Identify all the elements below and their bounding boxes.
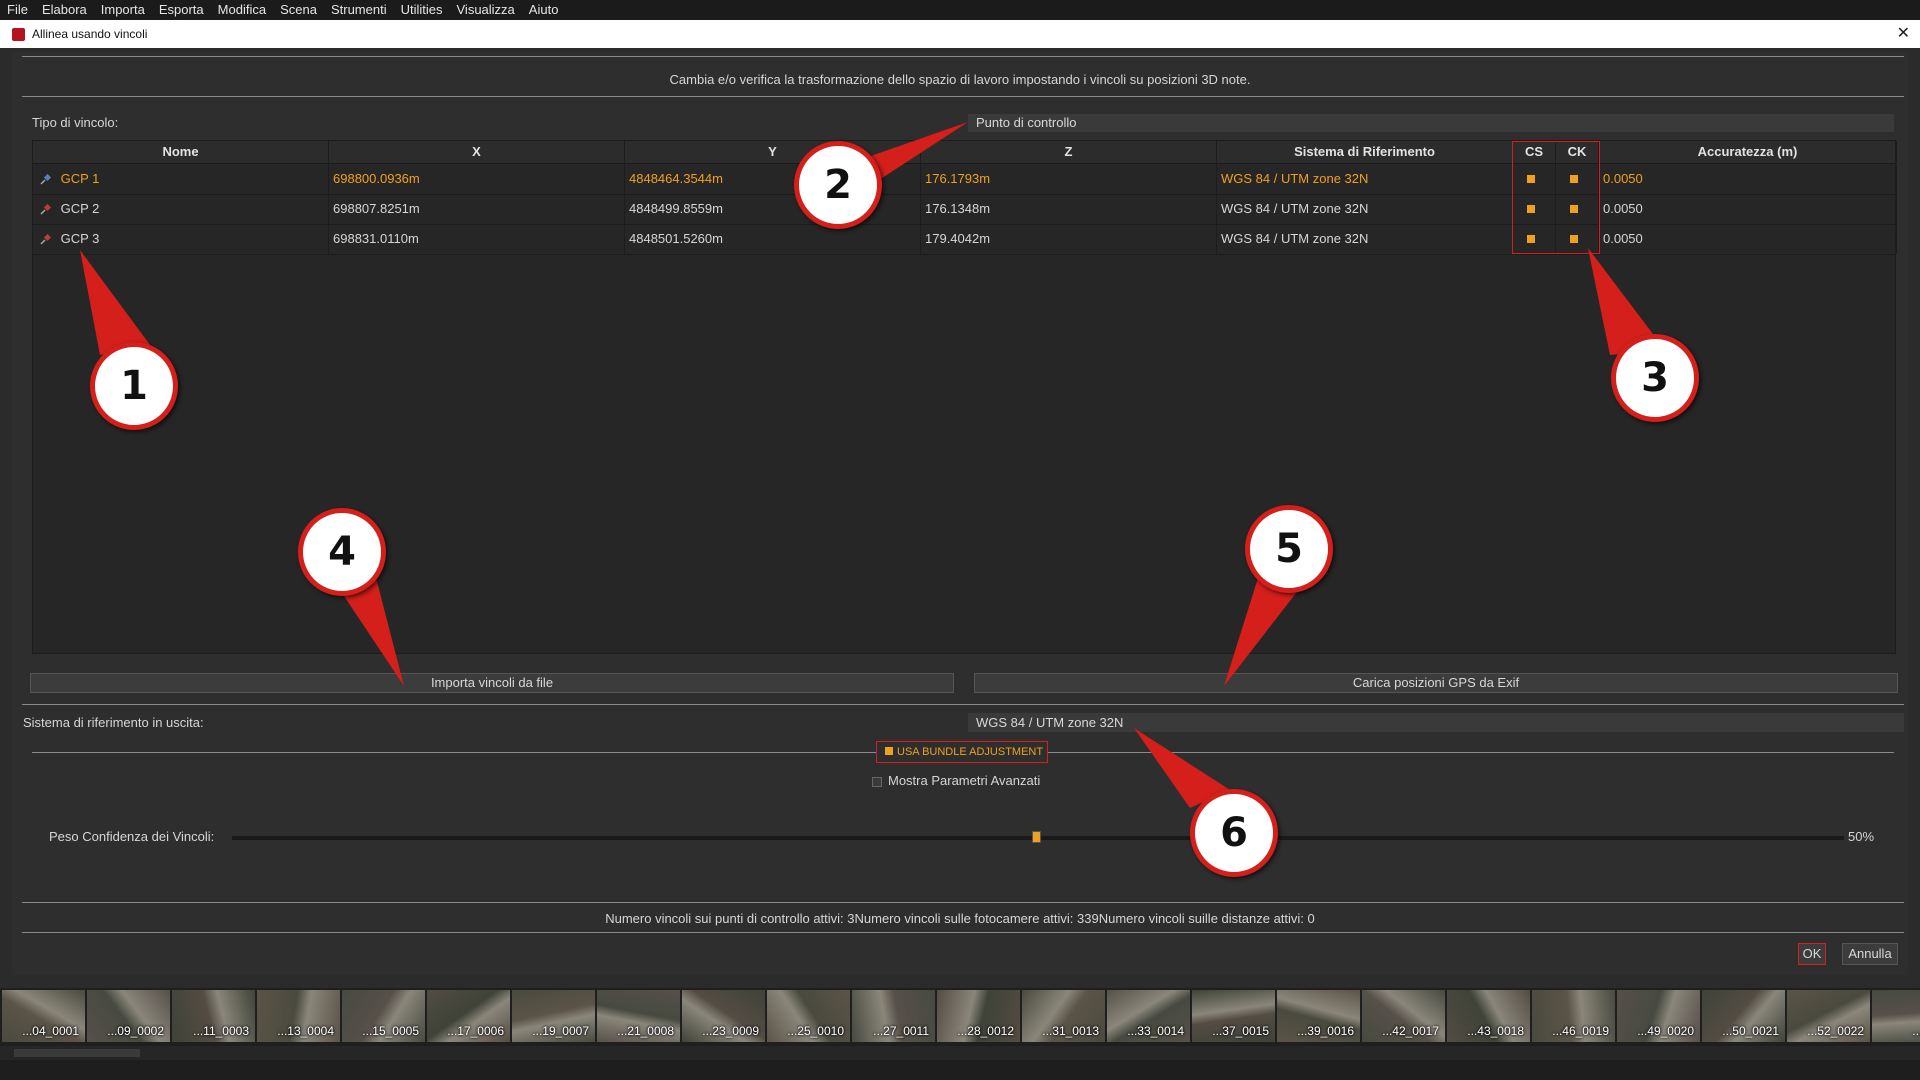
callout-pointer-1 — [80, 250, 150, 355]
callout-pointers — [80, 122, 1665, 808]
callout-6: 6 — [1190, 789, 1278, 877]
callout-2: 2 — [794, 141, 882, 229]
callout-1: 1 — [90, 342, 178, 430]
callout-3: 3 — [1611, 334, 1699, 422]
callout-5: 5 — [1245, 505, 1333, 593]
callout-4: 4 — [298, 508, 386, 596]
callout-pointer-5 — [1224, 578, 1300, 686]
